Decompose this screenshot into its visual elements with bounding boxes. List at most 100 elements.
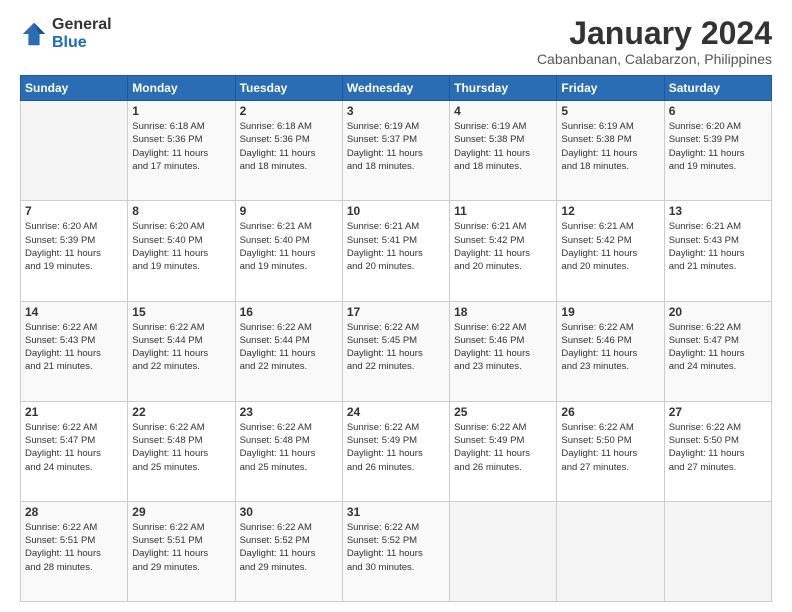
day-number: 18 xyxy=(454,305,552,319)
day-number: 22 xyxy=(132,405,230,419)
day-info: Sunrise: 6:22 AM Sunset: 5:48 PM Dayligh… xyxy=(240,421,338,474)
header: General Blue January 2024 Cabanbanan, Ca… xyxy=(20,16,772,67)
header-friday: Friday xyxy=(557,76,664,101)
table-row: 5 Sunrise: 6:19 AM Sunset: 5:38 PM Daylig… xyxy=(557,101,664,201)
day-info: Sunrise: 6:21 AM Sunset: 5:43 PM Dayligh… xyxy=(669,220,767,273)
day-info: Sunrise: 6:20 AM Sunset: 5:39 PM Dayligh… xyxy=(25,220,123,273)
day-number: 6 xyxy=(669,104,767,118)
day-info: Sunrise: 6:22 AM Sunset: 5:45 PM Dayligh… xyxy=(347,321,445,374)
day-number: 5 xyxy=(561,104,659,118)
day-number: 16 xyxy=(240,305,338,319)
table-row: 8Sunrise: 6:20 AM Sunset: 5:40 PM Daylig… xyxy=(128,201,235,301)
day-info: Sunrise: 6:22 AM Sunset: 5:50 PM Dayligh… xyxy=(669,421,767,474)
table-row xyxy=(664,501,771,601)
day-info: Sunrise: 6:22 AM Sunset: 5:52 PM Dayligh… xyxy=(347,521,445,574)
table-row: 13 Sunrise: 6:21 AM Sunset: 5:43 PM Dayli… xyxy=(664,201,771,301)
logo-general-text: General xyxy=(52,16,112,34)
day-info: Sunrise: 6:18 AM Sunset: 5:36 PM Dayligh… xyxy=(240,120,338,173)
day-info: Sunrise: 6:22 AM Sunset: 5:51 PM Dayligh… xyxy=(132,521,230,574)
day-number: 26 xyxy=(561,405,659,419)
header-tuesday: Tuesday xyxy=(235,76,342,101)
day-info: Sunrise: 6:21 AM Sunset: 5:42 PM Dayligh… xyxy=(561,220,659,273)
day-number: 25 xyxy=(454,405,552,419)
day-info: Sunrise: 6:19 AM Sunset: 5:38 PM Dayligh… xyxy=(561,120,659,173)
day-number: 2 xyxy=(240,104,338,118)
day-info: Sunrise: 6:21 AM Sunset: 5:41 PM Dayligh… xyxy=(347,220,445,273)
day-number: 9 xyxy=(240,204,338,218)
table-row: 2 Sunrise: 6:18 AM Sunset: 5:36 PM Daylig… xyxy=(235,101,342,201)
week-row-3: 14 Sunrise: 6:22 AM Sunset: 5:43 PM Dayli… xyxy=(21,301,772,401)
day-number: 30 xyxy=(240,505,338,519)
day-number: 14 xyxy=(25,305,123,319)
page: General Blue January 2024 Cabanbanan, Ca… xyxy=(0,0,792,612)
table-row xyxy=(450,501,557,601)
day-info: Sunrise: 6:22 AM Sunset: 5:44 PM Dayligh… xyxy=(240,321,338,374)
day-info: Sunrise: 6:20 AM Sunset: 5:39 PM Dayligh… xyxy=(669,120,767,173)
calendar-subtitle: Cabanbanan, Calabarzon, Philippines xyxy=(537,51,772,67)
header-wednesday: Wednesday xyxy=(342,76,449,101)
day-info: Sunrise: 6:22 AM Sunset: 5:51 PM Dayligh… xyxy=(25,521,123,574)
table-row: 20 Sunrise: 6:22 AM Sunset: 5:47 PM Dayli… xyxy=(664,301,771,401)
day-number: 17 xyxy=(347,305,445,319)
table-row: 16 Sunrise: 6:22 AM Sunset: 5:44 PM Dayli… xyxy=(235,301,342,401)
table-row: 10Sunrise: 6:21 AM Sunset: 5:41 PM Dayli… xyxy=(342,201,449,301)
header-saturday: Saturday xyxy=(664,76,771,101)
day-info: Sunrise: 6:21 AM Sunset: 5:40 PM Dayligh… xyxy=(240,220,338,273)
logo-icon xyxy=(20,20,48,48)
day-number: 21 xyxy=(25,405,123,419)
day-number: 8 xyxy=(132,204,230,218)
table-row: 15 Sunrise: 6:22 AM Sunset: 5:44 PM Dayli… xyxy=(128,301,235,401)
table-row: 21Sunrise: 6:22 AM Sunset: 5:47 PM Dayli… xyxy=(21,401,128,501)
table-row: 1Sunrise: 6:18 AM Sunset: 5:36 PM Daylig… xyxy=(128,101,235,201)
day-number: 31 xyxy=(347,505,445,519)
day-number: 3 xyxy=(347,104,445,118)
day-number: 23 xyxy=(240,405,338,419)
title-block: January 2024 Cabanbanan, Calabarzon, Phi… xyxy=(537,16,772,67)
day-number: 1 xyxy=(132,104,230,118)
day-info: Sunrise: 6:22 AM Sunset: 5:52 PM Dayligh… xyxy=(240,521,338,574)
table-row: 25 Sunrise: 6:22 AM Sunset: 5:49 PM Dayli… xyxy=(450,401,557,501)
week-row-4: 21Sunrise: 6:22 AM Sunset: 5:47 PM Dayli… xyxy=(21,401,772,501)
table-row: 29Sunrise: 6:22 AM Sunset: 5:51 PM Dayli… xyxy=(128,501,235,601)
table-row: 18 Sunrise: 6:22 AM Sunset: 5:46 PM Dayli… xyxy=(450,301,557,401)
day-number: 24 xyxy=(347,405,445,419)
table-row xyxy=(21,101,128,201)
table-row: 9 Sunrise: 6:21 AM Sunset: 5:40 PM Daylig… xyxy=(235,201,342,301)
day-number: 11 xyxy=(454,204,552,218)
header-thursday: Thursday xyxy=(450,76,557,101)
logo-text: General Blue xyxy=(52,16,112,51)
day-info: Sunrise: 6:22 AM Sunset: 5:49 PM Dayligh… xyxy=(454,421,552,474)
calendar-title: January 2024 xyxy=(537,16,772,51)
table-row: 14 Sunrise: 6:22 AM Sunset: 5:43 PM Dayli… xyxy=(21,301,128,401)
day-info: Sunrise: 6:22 AM Sunset: 5:47 PM Dayligh… xyxy=(669,321,767,374)
day-info: Sunrise: 6:21 AM Sunset: 5:42 PM Dayligh… xyxy=(454,220,552,273)
table-row: 27 Sunrise: 6:22 AM Sunset: 5:50 PM Dayli… xyxy=(664,401,771,501)
logo-blue-text: Blue xyxy=(52,34,112,52)
calendar-table: Sunday Monday Tuesday Wednesday Thursday… xyxy=(20,75,772,602)
header-monday: Monday xyxy=(128,76,235,101)
table-row: 22 Sunrise: 6:22 AM Sunset: 5:48 PM Dayli… xyxy=(128,401,235,501)
day-info: Sunrise: 6:19 AM Sunset: 5:37 PM Dayligh… xyxy=(347,120,445,173)
table-row: 30 Sunrise: 6:22 AM Sunset: 5:52 PM Dayli… xyxy=(235,501,342,601)
day-number: 15 xyxy=(132,305,230,319)
day-info: Sunrise: 6:22 AM Sunset: 5:48 PM Dayligh… xyxy=(132,421,230,474)
day-number: 13 xyxy=(669,204,767,218)
day-number: 27 xyxy=(669,405,767,419)
day-info: Sunrise: 6:22 AM Sunset: 5:46 PM Dayligh… xyxy=(454,321,552,374)
table-row: 12Sunrise: 6:21 AM Sunset: 5:42 PM Dayli… xyxy=(557,201,664,301)
table-row: 28 Sunrise: 6:22 AM Sunset: 5:51 PM Dayli… xyxy=(21,501,128,601)
table-row: 31 Sunrise: 6:22 AM Sunset: 5:52 PM Dayli… xyxy=(342,501,449,601)
day-number: 20 xyxy=(669,305,767,319)
day-info: Sunrise: 6:19 AM Sunset: 5:38 PM Dayligh… xyxy=(454,120,552,173)
table-row xyxy=(557,501,664,601)
day-info: Sunrise: 6:22 AM Sunset: 5:49 PM Dayligh… xyxy=(347,421,445,474)
day-number: 4 xyxy=(454,104,552,118)
day-number: 28 xyxy=(25,505,123,519)
table-row: 23 Sunrise: 6:22 AM Sunset: 5:48 PM Dayli… xyxy=(235,401,342,501)
logo: General Blue xyxy=(20,16,112,51)
day-info: Sunrise: 6:22 AM Sunset: 5:43 PM Dayligh… xyxy=(25,321,123,374)
day-number: 19 xyxy=(561,305,659,319)
table-row: 6 Sunrise: 6:20 AM Sunset: 5:39 PM Daylig… xyxy=(664,101,771,201)
table-row: 26Sunrise: 6:22 AM Sunset: 5:50 PM Dayli… xyxy=(557,401,664,501)
day-info: Sunrise: 6:22 AM Sunset: 5:44 PM Dayligh… xyxy=(132,321,230,374)
